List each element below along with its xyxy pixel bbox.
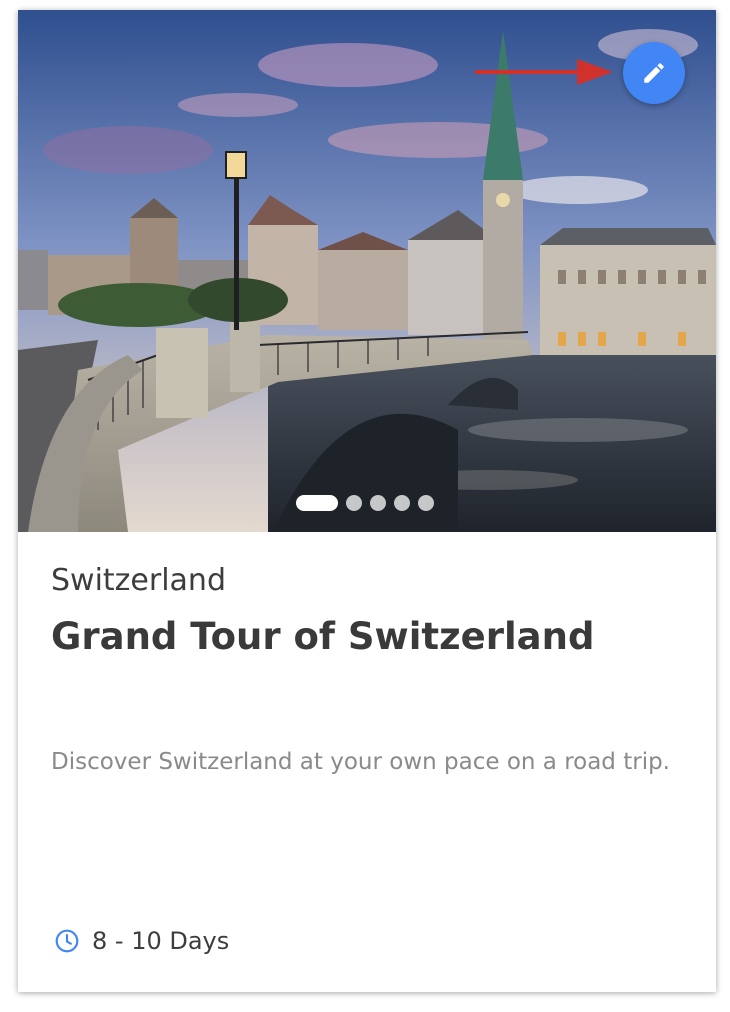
edit-button[interactable] [623,42,685,104]
tour-description: Discover Switzerland at your own pace on… [51,749,670,775]
tour-duration: 8 - 10 Days [54,927,229,955]
tour-card[interactable]: Switzerland Grand Tour of Switzerland Di… [18,10,716,992]
pencil-icon [644,63,664,83]
annotation-arrow [475,59,613,85]
tour-title[interactable]: Grand Tour of Switzerland [51,615,594,658]
carousel-dot-2[interactable] [346,495,362,511]
carousel-dot-4[interactable] [394,495,410,511]
carousel-dot-5[interactable] [418,495,434,511]
hero-photo-scene [18,10,716,532]
carousel-dot-1[interactable] [296,495,338,511]
tour-country: Switzerland [51,563,226,598]
clock-icon [55,929,79,953]
hero-image [18,10,716,532]
carousel-dot-3[interactable] [370,495,386,511]
carousel-indicators [296,494,434,512]
duration-label: 8 - 10 Days [92,927,230,955]
